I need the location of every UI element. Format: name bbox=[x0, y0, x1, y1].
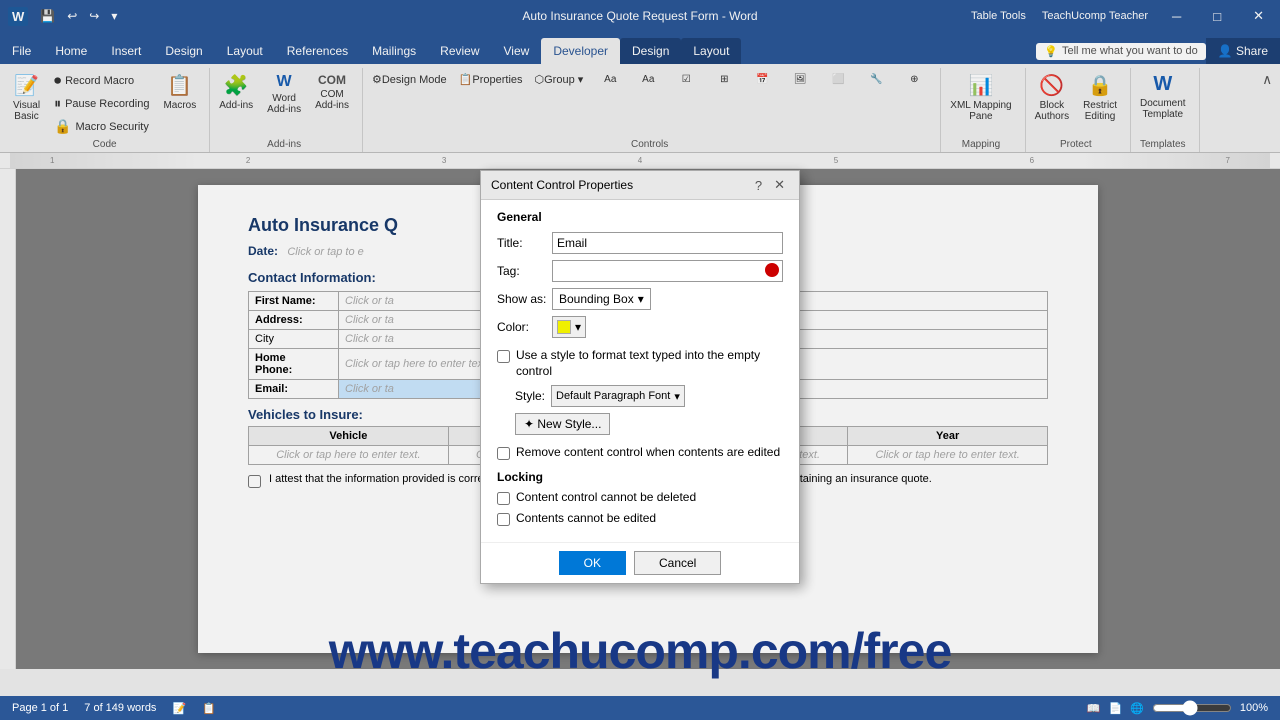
words-status: 7 of 149 words bbox=[84, 702, 156, 715]
tag-input[interactable] bbox=[552, 260, 783, 282]
lock-delete-label: Content control cannot be deleted bbox=[516, 490, 696, 504]
tag-error-indicator bbox=[765, 263, 779, 277]
title-row: Title: bbox=[497, 232, 783, 254]
style-value: Default Paragraph Font bbox=[556, 390, 670, 402]
lock-delete-checkbox[interactable] bbox=[497, 492, 510, 505]
chevron-down-icon: ▾ bbox=[638, 292, 644, 306]
status-bar: Page 1 of 1 7 of 149 words 📝 📋 📖 📄 🌐 100… bbox=[0, 696, 1280, 720]
color-selector[interactable]: ▾ bbox=[552, 316, 586, 338]
content-control-dialog: Content Control Properties ? ✕ General T… bbox=[480, 170, 800, 584]
dialog-controls: ? ✕ bbox=[751, 177, 789, 193]
print-layout-btn[interactable]: 📄 bbox=[1108, 702, 1122, 715]
dialog-overlay: Content Control Properties ? ✕ General T… bbox=[0, 0, 1280, 720]
lock-edit-row: Contents cannot be edited bbox=[497, 511, 783, 526]
language-icon: 📝 bbox=[172, 702, 186, 715]
style-row: Style: Default Paragraph Font ▾ bbox=[515, 385, 783, 407]
show-as-value: Bounding Box bbox=[559, 292, 634, 306]
show-as-row: Show as: Bounding Box ▾ bbox=[497, 288, 783, 310]
lock-edit-label: Contents cannot be edited bbox=[516, 511, 656, 525]
remove-control-row: Remove content control when contents are… bbox=[497, 445, 783, 460]
use-style-checkbox[interactable] bbox=[497, 350, 510, 363]
color-label: Color: bbox=[497, 320, 552, 334]
use-style-row: Use a style to format text typed into th… bbox=[497, 348, 783, 379]
cancel-button[interactable]: Cancel bbox=[634, 551, 721, 575]
title-input[interactable] bbox=[552, 232, 783, 254]
show-as-label: Show as: bbox=[497, 292, 552, 306]
read-mode-btn[interactable]: 📖 bbox=[1087, 702, 1101, 715]
remove-control-checkbox[interactable] bbox=[497, 447, 510, 460]
style-chevron-icon: ▾ bbox=[674, 390, 680, 403]
status-left: Page 1 of 1 7 of 149 words 📝 📋 bbox=[12, 702, 216, 715]
tag-field-label: Tag: bbox=[497, 264, 552, 278]
new-style-container: ✦ New Style... bbox=[515, 413, 783, 435]
lock-delete-row: Content control cannot be deleted bbox=[497, 490, 783, 505]
zoom-slider[interactable] bbox=[1152, 700, 1232, 716]
show-as-select[interactable]: Bounding Box ▾ bbox=[552, 288, 651, 310]
dialog-buttons: OK Cancel bbox=[481, 542, 799, 583]
dialog-help-btn[interactable]: ? bbox=[751, 177, 766, 193]
remove-control-label: Remove content control when contents are… bbox=[516, 445, 780, 459]
dialog-close-btn[interactable]: ✕ bbox=[770, 177, 789, 193]
status-right: 📖 📄 🌐 100% bbox=[1087, 700, 1268, 716]
color-swatch bbox=[557, 320, 571, 334]
new-style-btn[interactable]: ✦ New Style... bbox=[515, 413, 610, 435]
page-status: Page 1 of 1 bbox=[12, 702, 68, 715]
locking-heading: Locking bbox=[497, 470, 783, 484]
dialog-title: Content Control Properties bbox=[491, 178, 633, 192]
color-row: Color: ▾ bbox=[497, 316, 783, 338]
ok-button[interactable]: OK bbox=[559, 551, 626, 575]
web-layout-btn[interactable]: 🌐 bbox=[1130, 702, 1144, 715]
style-select[interactable]: Default Paragraph Font ▾ bbox=[551, 385, 685, 407]
dialog-title-bar: Content Control Properties ? ✕ bbox=[481, 171, 799, 200]
color-dropdown-icon: ▾ bbox=[575, 320, 581, 334]
zoom-level: 100% bbox=[1240, 702, 1268, 714]
title-field-label: Title: bbox=[497, 236, 552, 250]
tag-row: Tag: bbox=[497, 260, 783, 282]
use-style-label: Use a style to format text typed into th… bbox=[516, 348, 783, 379]
lock-edit-checkbox[interactable] bbox=[497, 513, 510, 526]
style-label: Style: bbox=[515, 389, 545, 403]
general-heading: General bbox=[497, 210, 783, 224]
dialog-body: General Title: Tag: Show as: Bounding Bo… bbox=[481, 200, 799, 542]
track-changes-icon: 📋 bbox=[202, 702, 216, 715]
